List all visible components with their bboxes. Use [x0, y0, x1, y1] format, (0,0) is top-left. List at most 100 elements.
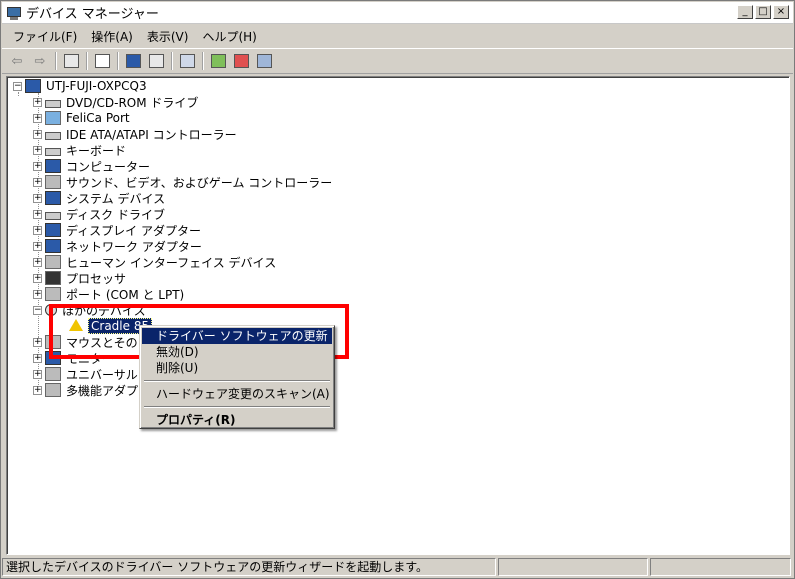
- scan-hardware-button[interactable]: [176, 51, 198, 71]
- tree-category[interactable]: + ネットワーク アダプター: [33, 238, 204, 254]
- tree-category[interactable]: + IDE ATA/ATAPI コントローラー: [33, 126, 239, 142]
- action-pane-icon: [148, 54, 164, 68]
- status-cell-empty: [650, 558, 791, 576]
- category-label: ディスク ドライブ: [66, 207, 165, 222]
- menu-file[interactable]: ファイル(F): [6, 28, 84, 45]
- properties-button[interactable]: [91, 51, 113, 71]
- felica-icon: [45, 111, 61, 125]
- usb-icon: [45, 367, 61, 381]
- show-action-pane-button[interactable]: [145, 51, 167, 71]
- help-button[interactable]: [122, 51, 144, 71]
- update-driver-button[interactable]: [207, 51, 229, 71]
- tree-category[interactable]: + ユニバーサル シ: [33, 366, 156, 382]
- expand-icon[interactable]: +: [33, 193, 42, 203]
- window-title: デバイス マネージャー: [26, 7, 159, 22]
- toolbar-separator: [55, 52, 57, 70]
- root-label: UTJ-FUJI-OXPCQ3: [46, 79, 147, 93]
- menu-scan-hardware[interactable]: ハードウェア変更のスキャン(A): [142, 386, 332, 402]
- tree-category[interactable]: + ディスプレイ アダプター: [33, 222, 203, 238]
- expand-icon[interactable]: +: [33, 145, 42, 155]
- menu-view[interactable]: 表示(V): [140, 28, 196, 45]
- minimize-button[interactable]: _: [737, 5, 753, 19]
- category-label: IDE ATA/ATAPI コントローラー: [66, 127, 237, 142]
- unknown-device-icon: ?: [45, 304, 57, 316]
- tree-category[interactable]: + プロセッサ: [33, 270, 128, 286]
- expand-icon[interactable]: +: [33, 97, 42, 107]
- computer-icon: [45, 159, 61, 173]
- close-button[interactable]: ×: [773, 5, 789, 19]
- uninstall-button[interactable]: [230, 51, 252, 71]
- expand-icon[interactable]: +: [33, 369, 42, 379]
- category-label: システム デバイス: [66, 191, 166, 206]
- category-label: FeliCa Port: [66, 111, 130, 125]
- status-cell-empty: [498, 558, 648, 576]
- keyboard-icon: [45, 147, 61, 156]
- tree-category[interactable]: + サウンド、ビデオ、およびゲーム コントローラー: [33, 174, 334, 190]
- console-tree-icon: [63, 54, 79, 68]
- toolbar-separator: [202, 52, 204, 70]
- menu-action[interactable]: 操作(A): [84, 28, 140, 45]
- category-label: ほかのデバイス: [62, 303, 146, 318]
- tree-category-other-devices[interactable]: − ? ほかのデバイス: [33, 302, 148, 318]
- mouse-icon: [45, 335, 61, 349]
- category-label: ディスプレイ アダプター: [66, 223, 201, 238]
- toolbar-separator: [86, 52, 88, 70]
- expand-icon[interactable]: +: [33, 337, 42, 347]
- tree-category[interactable]: + ヒューマン インターフェイス デバイス: [33, 254, 278, 270]
- expand-icon[interactable]: +: [33, 161, 42, 171]
- context-menu: ドライバー ソフトウェアの更新(P)... 無効(D) 削除(U) ハードウェア…: [139, 325, 335, 429]
- properties-icon: [94, 54, 110, 68]
- expand-icon[interactable]: +: [33, 209, 42, 219]
- arrow-right-icon: ⇨: [34, 53, 46, 69]
- tree-category[interactable]: + FeliCa Port: [33, 110, 132, 126]
- dvd-drive-icon: [45, 99, 61, 108]
- tree-category[interactable]: + ポート (COM と LPT): [33, 286, 186, 302]
- enable-device-button[interactable]: [253, 51, 275, 71]
- expand-icon[interactable]: +: [33, 177, 42, 187]
- tree-category[interactable]: + モニター: [33, 350, 116, 366]
- title-bar: デバイス マネージャー _ □ ×: [2, 2, 793, 24]
- tree-root[interactable]: − UTJ-FUJI-OXPCQ3: [13, 78, 149, 94]
- expand-icon[interactable]: +: [33, 273, 42, 283]
- expand-icon[interactable]: +: [33, 241, 42, 251]
- disk-drive-icon: [45, 211, 61, 220]
- device-manager-window: デバイス マネージャー _ □ × ファイル(F) 操作(A) 表示(V) ヘル…: [0, 0, 795, 579]
- menu-help[interactable]: ヘルプ(H): [195, 28, 263, 45]
- menu-properties[interactable]: プロパティ(R): [142, 412, 332, 428]
- collapse-icon[interactable]: −: [33, 305, 42, 315]
- expand-icon[interactable]: +: [33, 129, 42, 139]
- back-button[interactable]: ⇦: [6, 51, 28, 71]
- menu-separator: [144, 380, 330, 382]
- expand-icon[interactable]: +: [33, 289, 42, 299]
- tree-category[interactable]: + キーボード: [33, 142, 128, 158]
- device-tree[interactable]: − UTJ-FUJI-OXPCQ3 + DVD/CD-ROM ドライブ + Fe…: [6, 76, 790, 555]
- tree-category[interactable]: + ディスク ドライブ: [33, 206, 167, 222]
- category-label: DVD/CD-ROM ドライブ: [66, 95, 199, 110]
- menu-update-driver[interactable]: ドライバー ソフトウェアの更新(P)...: [142, 328, 332, 359]
- tree-category[interactable]: + コンピューター: [33, 158, 152, 174]
- status-text: 選択したデバイスのドライバー ソフトウェアの更新ウィザードを起動します。: [2, 558, 496, 576]
- expand-icon[interactable]: +: [33, 225, 42, 235]
- maximize-button[interactable]: □: [755, 5, 771, 19]
- menu-uninstall[interactable]: 削除(U): [142, 360, 332, 376]
- warning-icon: [69, 319, 85, 333]
- tree-category[interactable]: + DVD/CD-ROM ドライブ: [33, 94, 200, 110]
- tree-category[interactable]: + 多機能アダプタ: [33, 382, 152, 398]
- help-icon: [125, 54, 141, 68]
- show-hide-console-tree-button[interactable]: [60, 51, 82, 71]
- menu-disable[interactable]: 無効(D): [142, 344, 332, 360]
- expand-icon[interactable]: +: [33, 353, 42, 363]
- device-manager-icon: [6, 5, 22, 21]
- arrow-left-icon: ⇦: [11, 53, 23, 69]
- expand-icon[interactable]: +: [33, 385, 42, 395]
- category-label: モニター: [66, 351, 115, 366]
- collapse-icon[interactable]: −: [13, 81, 22, 91]
- forward-button[interactable]: ⇨: [29, 51, 51, 71]
- update-driver-icon: [210, 54, 226, 68]
- expand-icon[interactable]: +: [33, 257, 42, 267]
- tree-category[interactable]: + システム デバイス: [33, 190, 167, 206]
- expand-icon[interactable]: +: [33, 113, 42, 123]
- category-label: サウンド、ビデオ、およびゲーム コントローラー: [66, 175, 333, 190]
- enable-device-icon: [256, 54, 272, 68]
- status-bar: 選択したデバイスのドライバー ソフトウェアの更新ウィザードを起動します。: [2, 557, 793, 577]
